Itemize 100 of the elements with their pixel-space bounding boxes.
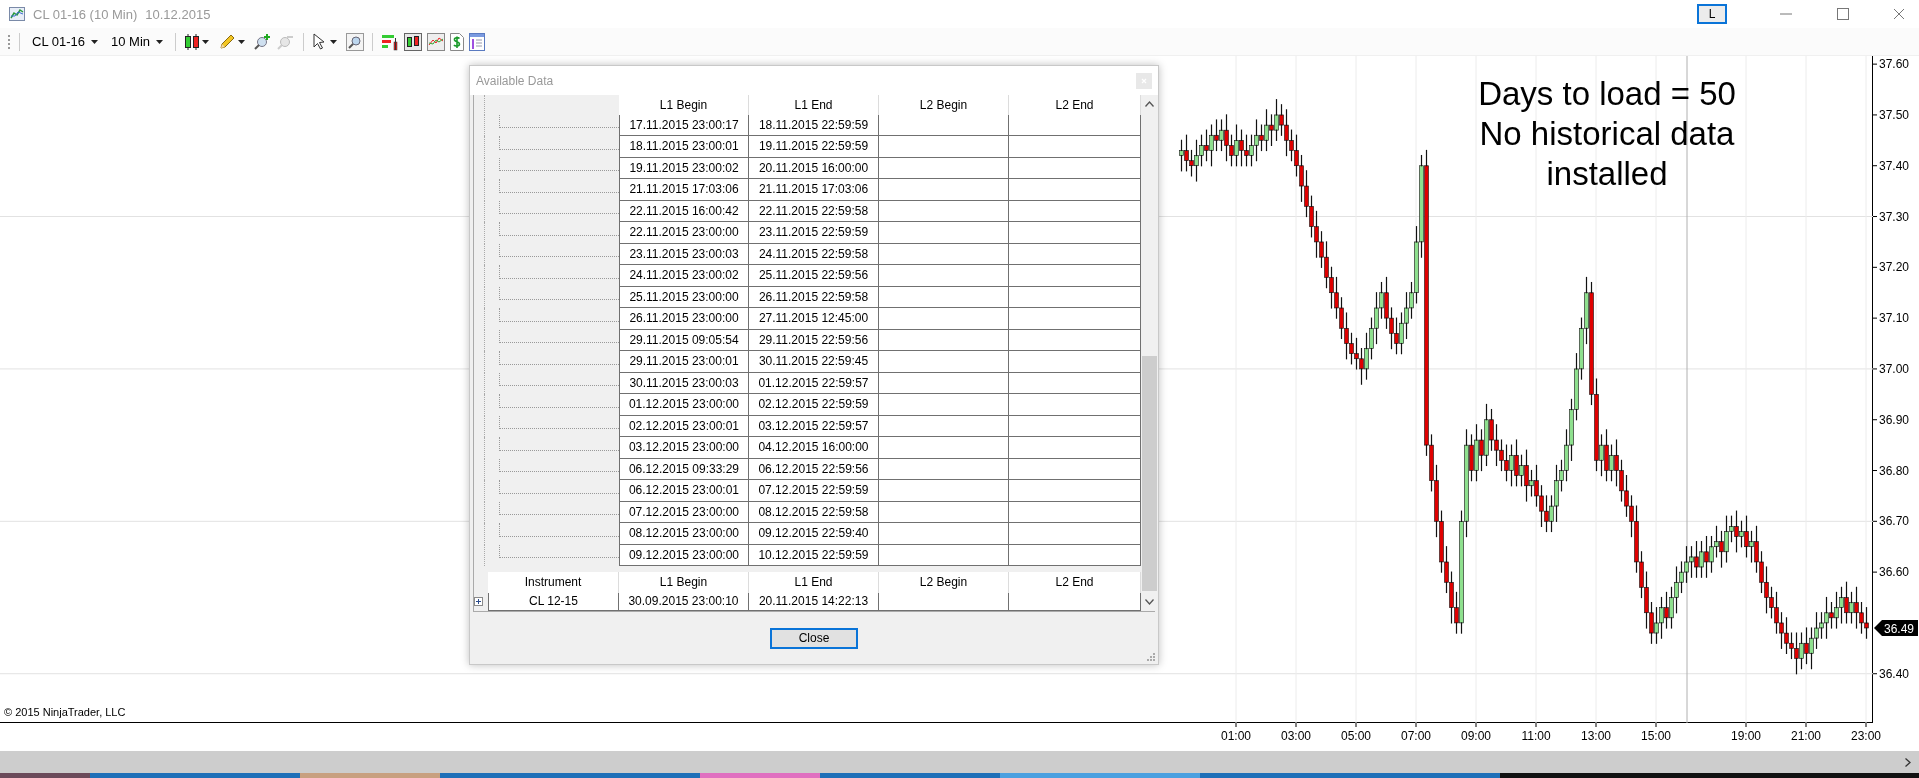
column-header[interactable]: L1 Begin [619,95,749,115]
interval-dropdown[interactable]: 10 Min [107,34,168,49]
scroll-right-icon[interactable] [1905,757,1911,767]
table-cell: 09.12.2015 23:00:00 [619,544,749,567]
table-cell: 23.11.2015 22:59:59 [749,222,879,244]
annotation-text: Days to load = 50 No historical data installed [1477,74,1737,194]
table-cell: 03.12.2015 22:59:57 [749,415,879,438]
time-label: 13:00 [1581,729,1611,743]
table-cell: 30.11.2015 23:00:03 [619,372,749,395]
table-cell: 24.11.2015 22:59:58 [749,243,879,266]
table-cell: 29.11.2015 09:05:54 [619,329,749,352]
search-icon[interactable] [346,32,365,51]
column-header[interactable]: L2 Begin [879,572,1009,593]
table-cell: 26.11.2015 22:59:58 [749,286,879,309]
copyright-text: © 2015 NinjaTrader, LLC [4,706,126,718]
table-cell: 02.12.2015 22:59:59 [749,394,879,416]
table-cell: 01.12.2015 22:59:57 [749,372,879,395]
caret-icon [156,39,164,44]
table-cell: 06.12.2015 09:33:29 [619,458,749,481]
table-cell: 29.11.2015 23:00:01 [619,351,749,373]
price-label: 37.50 [1879,107,1910,122]
close-button[interactable]: Close [770,627,858,649]
dialog-title: Available Data [476,73,554,88]
indicator-bars-icon[interactable] [381,32,400,51]
caret-icon [91,39,98,44]
table-cell: 04.12.2015 16:00:00 [749,437,879,459]
column-header[interactable]: L2 End [1009,572,1141,593]
table-cell: 21.11.2015 17:03:06 [619,179,749,201]
candlestick-icon[interactable] [184,32,201,51]
table-cell: 19.11.2015 23:00:02 [619,157,749,180]
table-cell: 30.11.2015 22:59:45 [749,351,879,373]
window-date: 10.12.2015 [145,6,211,22]
table-cell: 23.11.2015 23:00:03 [619,243,749,266]
time-label: 15:00 [1641,729,1671,743]
column-header[interactable]: L1 End [749,572,879,593]
layout-button[interactable]: L [1697,4,1727,24]
candlestick-chart-icon[interactable] [404,32,423,51]
expand-icon[interactable] [474,597,483,607]
maximize-icon[interactable] [1837,8,1849,20]
pencil-icon[interactable] [218,32,237,51]
scrollbar[interactable] [0,751,1919,773]
price-label: 37.60 [1879,57,1910,72]
table-cell: 01.12.2015 23:00:00 [619,394,749,416]
price-label: 36.60 [1879,565,1910,580]
table-cell: 10.12.2015 22:59:59 [749,544,879,567]
resize-grip-icon[interactable] [1147,653,1155,661]
close-icon[interactable] [1893,8,1905,20]
price-label: 36.90 [1879,412,1910,427]
table-cell: 09.12.2015 22:59:40 [749,523,879,545]
price-label: 37.10 [1879,311,1910,326]
table-cell: 24.11.2015 23:00:02 [619,265,749,287]
price-label: 36.80 [1879,463,1910,478]
time-label: 05:00 [1341,729,1371,743]
properties-icon[interactable] [469,32,486,51]
table-cell: 17.11.2015 23:00:17 [619,114,749,137]
time-label: 23:00 [1851,729,1881,743]
scrollbar-thumb[interactable] [1142,356,1157,591]
grip-icon [8,34,11,49]
caret-icon[interactable] [330,39,338,44]
instrument-dropdown[interactable]: CL 01-16 [28,34,102,49]
line-chart-icon[interactable] [427,32,446,51]
column-header[interactable]: L2 Begin [879,95,1009,115]
caret-icon[interactable] [238,39,246,44]
table-cell: 20.11.2015 16:00:00 [749,157,879,180]
table-cell: 08.12.2015 22:59:58 [749,501,879,524]
time-label: 09:00 [1461,729,1491,743]
time-label: 11:00 [1521,729,1551,743]
caret-icon[interactable] [202,39,210,44]
table-cell: 06.12.2015 23:00:01 [619,480,749,502]
window-title: CL 01-16 (10 Min) [33,6,138,22]
time-label: 01:00 [1221,729,1251,743]
price-marker: 36.49 [1874,620,1918,636]
column-header[interactable]: L1 End [749,95,879,115]
table-cell: 22.11.2015 22:59:58 [749,200,879,223]
price-label: 37.20 [1879,260,1910,275]
table-cell: 07.12.2015 23:00:00 [619,501,749,524]
table-cell: 19.11.2015 22:59:59 [749,136,879,158]
dollar-document-icon[interactable] [450,32,465,51]
table-cell: 26.11.2015 23:00:00 [619,308,749,330]
table-cell: 18.11.2015 23:00:01 [619,136,749,158]
price-label: 37.00 [1879,361,1910,376]
column-header[interactable]: Instrument [488,572,619,593]
time-label: 07:00 [1401,729,1431,743]
price-label: 36.70 [1879,514,1910,529]
column-header[interactable]: L1 Begin [619,572,749,593]
price-label: 37.40 [1879,158,1910,173]
column-header[interactable]: L2 End [1009,95,1141,115]
scrollbar[interactable] [1141,95,1158,611]
price-label: 37.30 [1879,209,1910,224]
price-label: 36.40 [1879,666,1910,681]
table-cell: 27.11.2015 12:45:00 [749,308,879,330]
zoom-in-icon[interactable] [254,32,273,51]
table-cell: 08.12.2015 23:00:00 [619,523,749,545]
table-cell: 07.12.2015 22:59:59 [749,480,879,502]
table-cell: 25.11.2015 22:59:56 [749,265,879,287]
table-cell: 25.11.2015 23:00:00 [619,286,749,309]
scroll-down-icon[interactable] [1145,599,1154,605]
chart-icon [9,7,25,21]
time-label: 21:00 [1791,729,1821,743]
scroll-up-icon[interactable] [1145,101,1154,107]
